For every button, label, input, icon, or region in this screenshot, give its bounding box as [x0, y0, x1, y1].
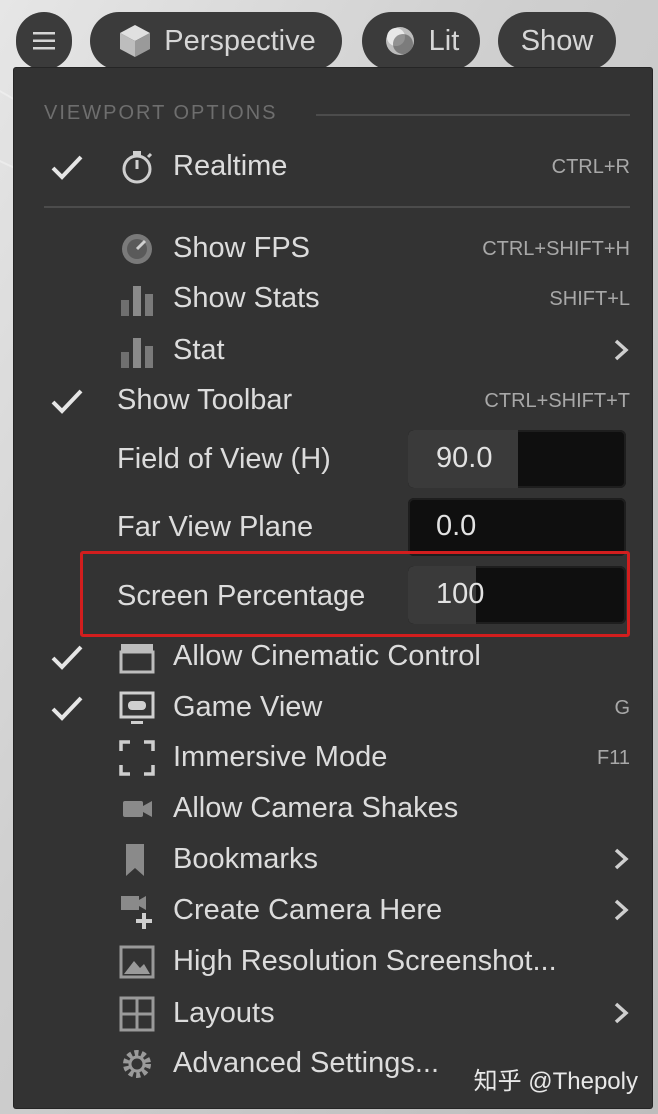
checkmark-icon: [51, 645, 83, 670]
gear-icon: [123, 1050, 151, 1078]
viewport-toolbar: Perspective Lit Show: [0, 0, 658, 74]
chevron-right-icon: [614, 848, 629, 870]
section-divider: [316, 114, 630, 116]
stopwatch-icon: [122, 151, 153, 184]
cube-icon: [120, 25, 151, 57]
chevron-right-icon: [614, 1002, 629, 1024]
chevron-right-icon: [614, 899, 629, 921]
menu-divider: [44, 206, 630, 208]
menu-item-label: Stat: [173, 334, 225, 366]
menu-item-label: Allow Cinematic Control: [173, 640, 481, 672]
far-view-plane-input[interactable]: 0.0: [408, 498, 626, 556]
camera-add-icon: [121, 896, 152, 929]
menu-item-label: Game View: [173, 691, 323, 723]
perspective-button[interactable]: Perspective: [90, 12, 342, 70]
show-label: Show: [520, 24, 594, 57]
watermark: 知乎 @Thepoly: [473, 1068, 638, 1095]
menu-item-show-stats[interactable]: Show Stats SHIFT+L: [14, 274, 652, 324]
gauge-icon: [122, 234, 152, 264]
highlight-box: [80, 551, 630, 637]
menu-item-shortcut: G: [614, 697, 630, 719]
menu-item-label: Allow Camera Shakes: [173, 792, 459, 824]
menu-item-stat[interactable]: Stat: [14, 326, 652, 376]
checkmark-icon: [51, 155, 83, 180]
menu-item-shortcut: CTRL+SHIFT+T: [484, 390, 630, 412]
field-of-view-input[interactable]: 90.0: [408, 430, 626, 488]
bar-chart-icon: [121, 286, 153, 316]
menu-item-allow-camera-shakes[interactable]: Allow Camera Shakes: [14, 784, 652, 834]
bookmark-icon: [126, 844, 144, 876]
menu-item-layouts[interactable]: Layouts: [14, 989, 652, 1039]
menu-item-label: Layouts: [173, 997, 275, 1029]
clapperboard-icon: [119, 644, 155, 674]
menu-item-bookmarks[interactable]: Bookmarks: [14, 835, 652, 885]
bar-chart-icon: [121, 338, 153, 368]
show-button[interactable]: Show: [498, 12, 616, 70]
hamburger-icon: [33, 32, 55, 50]
menu-item-label: Bookmarks: [173, 843, 319, 875]
perspective-label: Perspective: [164, 24, 316, 57]
menu-item-shortcut: CTRL+R: [551, 156, 630, 178]
field-of-view-value: 90.0: [436, 442, 493, 474]
menu-item-show-toolbar[interactable]: Show Toolbar CTRL+SHIFT+T: [14, 376, 652, 426]
checkmark-icon: [51, 696, 83, 721]
lit-button[interactable]: Lit: [362, 12, 480, 70]
menu-item-show-fps[interactable]: Show FPS CTRL+SHIFT+H: [14, 224, 652, 274]
chevron-right-icon: [614, 339, 629, 361]
gamepad-monitor-icon: [119, 691, 155, 724]
camera-icon: [123, 801, 152, 817]
checkmark-icon: [51, 389, 83, 414]
menu-item-label: Immersive Mode: [173, 741, 388, 773]
menu-item-game-view[interactable]: Game View G: [14, 683, 652, 733]
menu-item-shortcut: SHIFT+L: [549, 288, 630, 310]
menu-item-allow-cinematic-control[interactable]: Allow Cinematic Control: [14, 632, 652, 682]
menu-button[interactable]: [16, 12, 72, 70]
menu-item-label: Show Toolbar: [117, 384, 293, 416]
layout-icon: [119, 996, 155, 1032]
field-of-view-label: Field of View (H): [117, 443, 331, 475]
menu-item-label: High Resolution Screenshot...: [173, 945, 557, 977]
section-header: VIEWPORT OPTIONS: [44, 102, 278, 124]
menu-item-shortcut: F11: [597, 747, 630, 769]
menu-item-shortcut: CTRL+SHIFT+H: [482, 238, 630, 260]
sphere-icon: [385, 27, 414, 55]
menu-item-immersive-mode[interactable]: Immersive Mode F11: [14, 733, 652, 783]
image-icon: [119, 945, 155, 979]
menu-item-create-camera-here[interactable]: Create Camera Here: [14, 886, 652, 936]
menu-item-high-resolution-screenshot[interactable]: High Resolution Screenshot...: [14, 937, 652, 987]
menu-item-label: Realtime: [173, 150, 288, 182]
far-view-plane-label: Far View Plane: [117, 511, 314, 543]
menu-item-label: Show Stats: [173, 282, 320, 314]
menu-item-label: Show FPS: [173, 232, 310, 264]
far-view-plane-value: 0.0: [436, 510, 477, 542]
menu-item-label: Create Camera Here: [173, 894, 443, 926]
fullscreen-icon: [119, 740, 155, 776]
menu-item-realtime[interactable]: Realtime CTRL+R: [14, 142, 652, 192]
lit-label: Lit: [428, 24, 460, 57]
menu-item-label: Advanced Settings...: [173, 1047, 439, 1079]
